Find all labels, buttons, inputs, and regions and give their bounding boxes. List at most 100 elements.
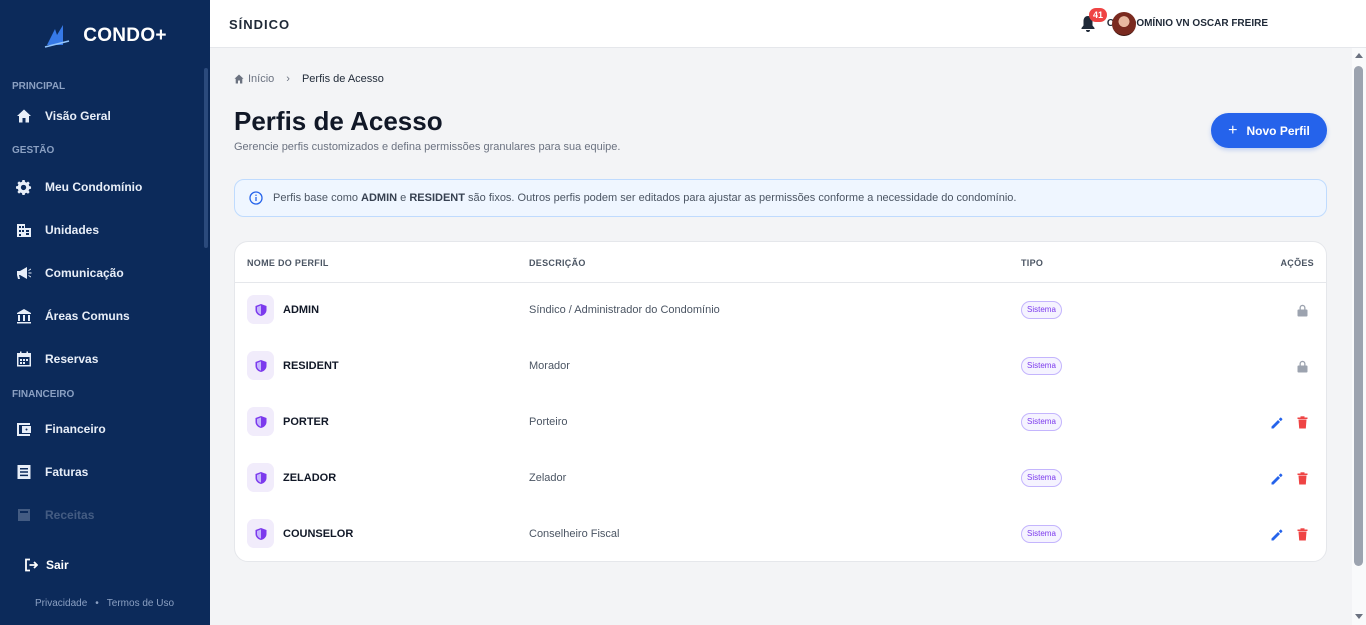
sidebar-item-label: Financeiro [45,421,106,436]
page-subtitle: Gerencie perfis customizados e defina pe… [234,141,621,153]
profile-name: RESIDENT [283,360,339,372]
legal-links: Privacidade • Termos de Uso [35,598,174,609]
new-profile-button[interactable]: + Novo Perfil [1211,113,1327,148]
profile-description: Porteiro [529,416,568,428]
profile-description: Zelador [529,472,567,484]
sidebar-item-label: Receitas [45,507,95,522]
home-icon [17,109,31,122]
section-label-principal: PRINCIPAL [12,81,66,92]
profile-avatar [247,407,274,436]
bank-icon [17,308,31,323]
profile-avatar [247,463,274,492]
sidebar-item-label: Áreas Comuns [45,308,130,323]
role-title: SÍNDICO [229,17,291,32]
sidebar-item-label: Visão Geral [45,108,111,123]
table-row[interactable]: COUNSELOR Conselheiro Fiscal Sistema [235,507,1326,561]
receipt-icon [18,508,30,521]
table-row[interactable]: PORTER Porteiro Sistema [235,395,1326,451]
sidebar-item-areas-comuns[interactable]: Áreas Comuns [0,294,204,337]
column-header-name[interactable]: NOME DO PERFIL [247,258,329,268]
profile-type-badge: Sistema [1021,357,1062,375]
profile-description: Conselheiro Fiscal [529,528,620,540]
sidebar-item-financeiro[interactable]: Financeiro [0,407,204,450]
terms-link[interactable]: Termos de Uso [107,598,174,609]
column-header-description[interactable]: DESCRIÇÃO [529,258,586,268]
wallet-icon [17,422,31,436]
logout-button[interactable]: Sair [24,558,69,572]
trash-icon[interactable] [1297,416,1308,429]
table-header: NOME DO PERFIL DESCRIÇÃO TIPO AÇÕES [235,242,1326,283]
user-avatar[interactable] [1112,12,1136,36]
profile-type-badge: Sistema [1021,469,1062,487]
trash-icon[interactable] [1297,528,1308,541]
info-text: Perfis base como ADMIN e RESIDENT são fi… [273,192,1016,204]
info-admin: ADMIN [361,192,398,204]
info-resident: RESIDENT [409,192,465,204]
sidebar-nav[interactable]: PRINCIPAL Visão Geral GESTÃO Meu Condomí… [0,72,204,540]
breadcrumb-current: Perfis de Acesso [301,73,384,85]
chevron-right-icon: › [286,73,290,85]
sidebar-item-reservas[interactable]: Reservas [0,337,204,380]
main-scrollbar-thumb[interactable] [1354,66,1363,566]
profile-description: Síndico / Administrador do Condomínio [529,304,720,316]
sidebar-item-label: Unidades [45,222,100,237]
table-row[interactable]: ZELADOR Zelador Sistema [235,451,1326,507]
section-label-financeiro: FINANCEIRO [12,389,75,400]
profile-avatar [247,519,274,548]
profile-name: PORTER [283,416,329,428]
profile-type-badge: Sistema [1021,301,1062,319]
shield-icon [255,359,266,372]
profiles-table: NOME DO PERFIL DESCRIÇÃO TIPO AÇÕES ADMI… [234,241,1327,562]
edit-icon[interactable] [1271,417,1283,429]
building-icon [17,223,31,237]
info-icon [249,191,263,205]
sidebar-scrollbar[interactable] [204,68,208,248]
edit-icon[interactable] [1271,473,1283,485]
shield-icon [255,471,266,484]
breadcrumb-home[interactable]: Início [234,73,274,85]
sidebar-item-label: Reservas [45,351,99,366]
shield-icon [255,527,266,540]
sidebar-item-label: Meu Condomínio [45,179,143,194]
sidebar-item-unidades[interactable]: Unidades [0,208,204,251]
profile-name: ZELADOR [283,472,337,484]
profile-name: ADMIN [283,304,320,316]
profile-type-badge: Sistema [1021,413,1062,431]
invoice-icon [17,464,31,479]
profile-name: COUNSELOR [283,528,354,540]
privacy-link[interactable]: Privacidade [35,598,87,609]
table-row[interactable]: ADMIN Síndico / Administrador do Condomín… [235,283,1326,339]
top-bar: SÍNDICO CONDOMÍNIO VN OSCAR FREIRE [210,0,1366,48]
logo-icon [45,25,70,48]
sidebar-item-faturas[interactable]: Faturas [0,450,204,493]
logout-label: Sair [46,558,69,572]
gear-icon [16,179,32,195]
page-title: Perfis de Acesso [234,106,443,136]
sidebar-item-receitas[interactable]: Receitas [0,493,204,536]
brand-name: CONDO+ [83,25,167,46]
sidebar-item-visao-geral[interactable]: Visão Geral [0,94,204,137]
sidebar-item-meu-condominio[interactable]: Meu Condomínio [0,165,204,208]
column-header-actions: AÇÕES [1280,258,1314,268]
info-suffix: são fixos. Outros perfis podem ser edita… [464,192,1017,204]
profile-type-badge: Sistema [1021,525,1062,543]
trash-icon[interactable] [1297,472,1308,485]
breadcrumb: Início › Perfis de Acesso [234,73,384,85]
sidebar-item-label: Faturas [45,464,89,479]
info-mid: e [397,192,410,204]
plus-icon: + [1228,121,1238,139]
new-profile-label: Novo Perfil [1246,123,1310,138]
breadcrumb-home-label: Início [248,73,275,85]
brand[interactable]: CONDO+ [0,0,210,72]
profile-avatar [247,351,274,380]
column-header-type[interactable]: TIPO [1021,258,1043,268]
shield-icon [255,415,266,428]
scroll-up-arrow-icon[interactable] [1355,53,1363,58]
megaphone-icon [17,266,32,279]
home-icon [234,74,244,84]
table-row[interactable]: RESIDENT Morador Sistema [235,339,1326,395]
edit-icon[interactable] [1271,529,1283,541]
scroll-down-arrow-icon[interactable] [1355,614,1363,619]
sidebar-item-comunicacao[interactable]: Comunicação [0,251,204,294]
info-prefix: Perfis base como [273,192,362,204]
